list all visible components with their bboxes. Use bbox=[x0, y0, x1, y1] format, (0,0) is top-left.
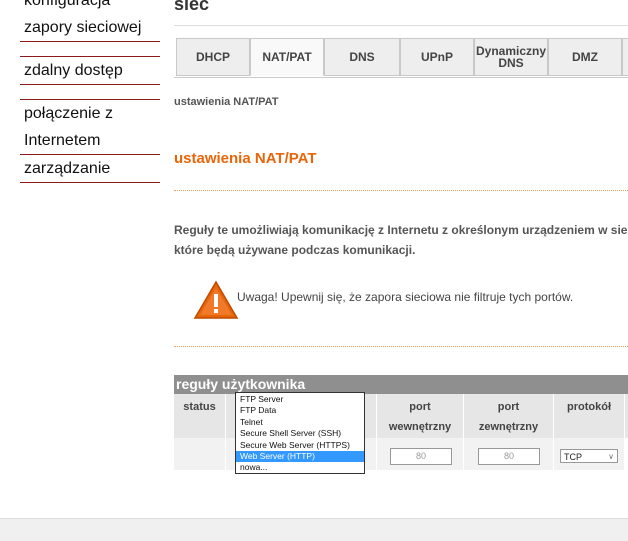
dropdown-option-http[interactable]: Web Server (HTTP) bbox=[236, 450, 364, 463]
page-title: sieć bbox=[174, 0, 210, 14]
protocol-label: protokół bbox=[567, 401, 611, 413]
footer-bar bbox=[0, 518, 628, 541]
warning-icon bbox=[193, 280, 239, 319]
dropdown-option-ftp-data[interactable]: FTP Data bbox=[236, 405, 364, 416]
column-header-protocol: protokół bbox=[554, 394, 624, 438]
tab-dmz[interactable]: DMZ bbox=[548, 38, 622, 76]
description: Reguły te umożliwiają komunikację z Inte… bbox=[174, 220, 628, 260]
tab-dns[interactable]: DNS bbox=[324, 38, 400, 76]
breadcrumb: ustawienia NAT/PAT bbox=[174, 96, 279, 108]
tab-dynamic-dns[interactable]: Dynamiczny DNS bbox=[474, 38, 548, 76]
title-divider bbox=[174, 25, 628, 26]
tabs-divider bbox=[174, 77, 628, 78]
tab-bar: DHCP NAT/PAT DNS UPnP Dynamiczny DNS DMZ bbox=[174, 38, 628, 78]
section-title: ustawienia NAT/PAT bbox=[174, 150, 317, 167]
external-port-label-2: zewnętrzny bbox=[478, 421, 539, 433]
dropdown-option-telnet[interactable]: Telnet bbox=[236, 417, 364, 428]
external-port-label: port bbox=[497, 401, 520, 413]
column-header-external-port: port zewnętrzny bbox=[464, 394, 553, 438]
external-port-input[interactable]: 80 bbox=[478, 448, 540, 465]
protocol-select[interactable]: TCP ∨ bbox=[560, 449, 618, 463]
sidebar-item-remote-access[interactable]: zdalny dostęp bbox=[20, 57, 160, 84]
tab-nat-pat[interactable]: NAT/PAT bbox=[250, 38, 324, 76]
sidebar-divider bbox=[20, 182, 160, 183]
internal-port-label: port bbox=[409, 401, 431, 413]
protocol-value: TCP bbox=[564, 452, 582, 462]
sidebar-nav: konfiguracja zapory sieciowej zdalny dos… bbox=[20, 0, 160, 183]
dropdown-option-https[interactable]: Secure Web Server (HTTPS) bbox=[236, 440, 364, 451]
status-label: status bbox=[183, 401, 216, 413]
sidebar-item-internet-connection-line2[interactable]: Internetem bbox=[20, 127, 160, 154]
column-header-status: status bbox=[174, 394, 225, 438]
sidebar-item-firewall-config-line2[interactable]: zapory sieciowej bbox=[20, 14, 160, 41]
tab-dhcp[interactable]: DHCP bbox=[176, 38, 250, 76]
tab-upnp[interactable]: UPnP bbox=[400, 38, 474, 76]
status-cell bbox=[174, 438, 225, 470]
warning-text: Uwaga! Upewnij się, że zapora sieciowa n… bbox=[237, 290, 574, 304]
column-header-internal-port: port wewnętrzny bbox=[377, 394, 463, 438]
sidebar-item-internet-connection-line1[interactable]: połączenie z bbox=[20, 100, 160, 127]
dropdown-option-ftp-server[interactable]: FTP Server bbox=[236, 394, 364, 405]
internal-port-input[interactable]: 80 bbox=[390, 448, 452, 465]
chevron-down-icon: ∨ bbox=[608, 452, 614, 461]
dropdown-option-new[interactable]: nowa... bbox=[236, 462, 364, 473]
internal-port-label-2: wewnętrzny bbox=[388, 421, 452, 433]
application-dropdown-list[interactable]: FTP Server FTP Data Telnet Secure Shell … bbox=[235, 392, 365, 474]
sidebar-item-firewall-config-line1[interactable]: konfiguracja bbox=[20, 0, 160, 14]
tab-overflow[interactable] bbox=[622, 38, 628, 76]
description-line2: które będą używane podczas komunikacji. bbox=[174, 243, 416, 257]
dotted-divider bbox=[174, 190, 628, 191]
sidebar-item-management[interactable]: zarządzanie bbox=[20, 155, 160, 182]
dropdown-option-ssh[interactable]: Secure Shell Server (SSH) bbox=[236, 428, 364, 439]
dotted-divider bbox=[174, 346, 628, 347]
description-line1: Reguły te umożliwiają komunikację z Inte… bbox=[174, 223, 628, 237]
